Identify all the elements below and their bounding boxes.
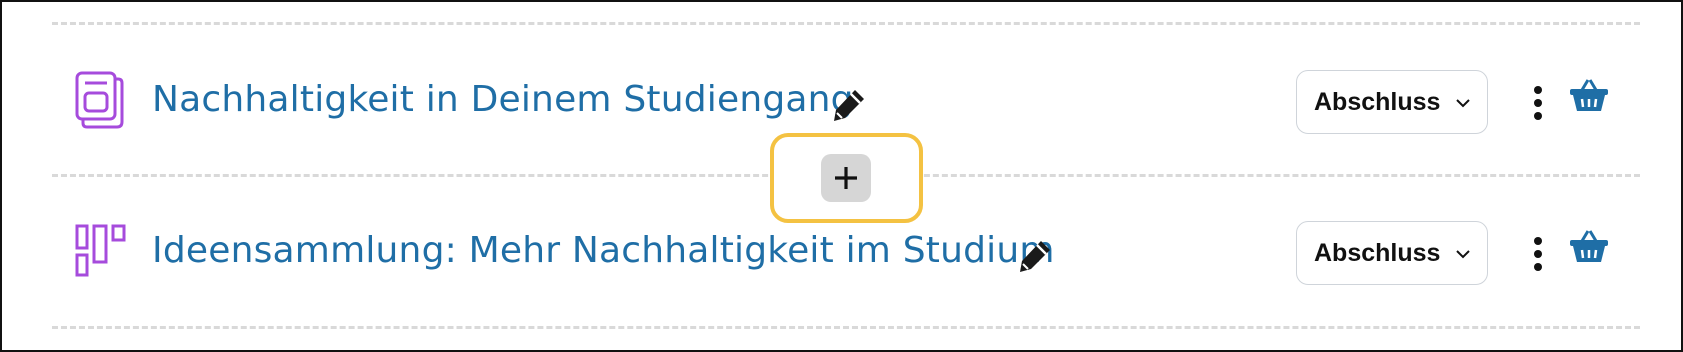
page-icon (75, 71, 124, 129)
section-divider (52, 22, 1640, 25)
completion-dropdown[interactable]: Abschluss (1296, 70, 1488, 134)
activity-row-board: Ideensammlung: Mehr Nachhaltigkeit im St… (2, 208, 1681, 298)
basket-icon[interactable] (1569, 228, 1609, 264)
activity-link[interactable]: Nachhaltigkeit in Deinem Studiengang (152, 79, 854, 120)
chevron-down-icon (1456, 250, 1470, 259)
more-actions-icon[interactable] (1530, 85, 1546, 121)
completion-label: Abschluss (1314, 238, 1441, 267)
edit-title-pencil-icon[interactable] (1017, 238, 1053, 274)
completion-label: Abschluss (1314, 87, 1441, 116)
edit-title-pencil-icon[interactable] (831, 87, 867, 123)
section-divider (52, 326, 1640, 329)
board-icon (75, 224, 126, 277)
basket-icon[interactable] (1569, 77, 1609, 113)
activity-link[interactable]: Ideensammlung: Mehr Nachhaltigkeit im St… (152, 230, 1055, 271)
chevron-down-icon (1456, 99, 1470, 108)
completion-dropdown[interactable]: Abschluss (1296, 221, 1488, 285)
more-actions-icon[interactable] (1530, 236, 1546, 272)
plus-icon (835, 167, 857, 189)
add-activity-button[interactable] (821, 154, 871, 202)
course-section-frame: Nachhaltigkeit in Deinem Studiengang Abs… (0, 0, 1683, 352)
